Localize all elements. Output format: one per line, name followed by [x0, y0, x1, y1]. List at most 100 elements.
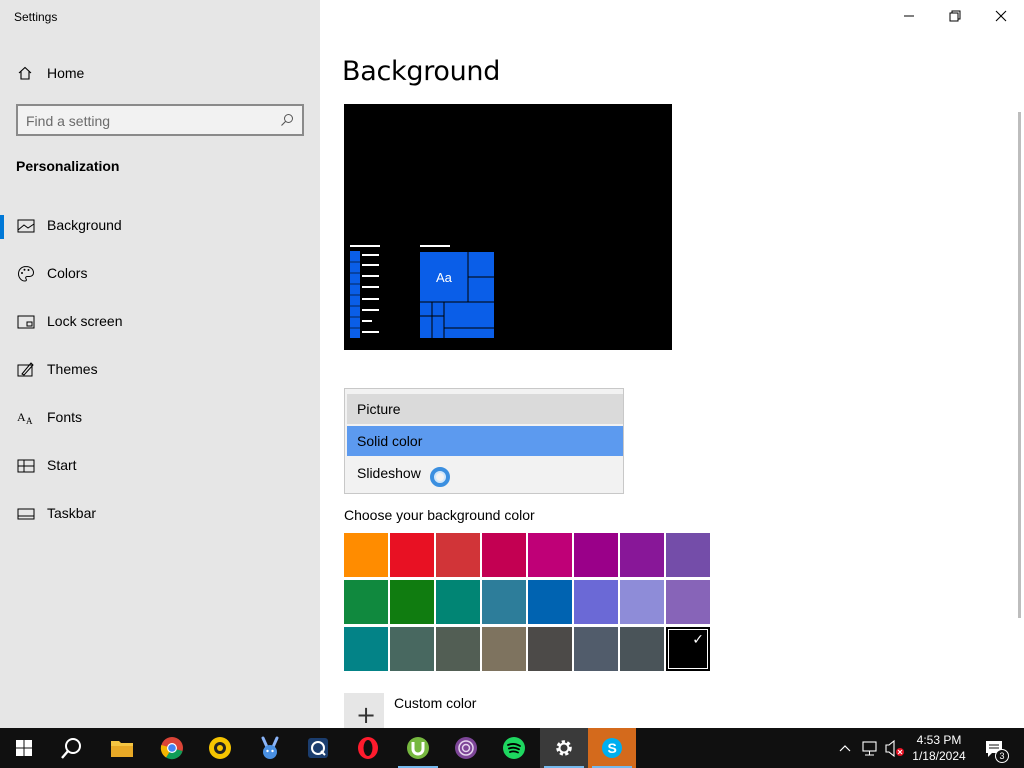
color-swatch[interactable]	[528, 533, 572, 577]
home-icon	[18, 66, 32, 80]
taskbar-clock[interactable]: 4:53 PM 1/18/2024	[906, 732, 972, 764]
volume-muted-icon	[885, 739, 904, 758]
plus-icon: +	[356, 701, 377, 729]
color-swatch[interactable]	[620, 627, 664, 671]
custom-color-label[interactable]: Custom color	[394, 695, 476, 711]
taskbar-chrome[interactable]	[148, 728, 196, 768]
taskbar-skype[interactable]: S	[588, 728, 636, 768]
restore-button[interactable]	[932, 0, 978, 32]
network-icon	[862, 741, 877, 756]
sidebar-item-lock-screen[interactable]: Lock screen	[0, 304, 320, 352]
option-picture[interactable]: Picture	[347, 394, 623, 424]
action-center-button[interactable]: 3	[980, 728, 1024, 768]
color-swatch[interactable]	[482, 627, 526, 671]
taskbar-opera[interactable]	[344, 728, 392, 768]
color-swatch[interactable]	[344, 533, 388, 577]
color-swatch[interactable]	[436, 627, 480, 671]
color-swatch[interactable]	[574, 580, 618, 624]
section-title: Personalization	[16, 158, 120, 174]
color-swatch[interactable]	[390, 627, 434, 671]
settings-icon	[556, 740, 572, 756]
taskbar-spotify[interactable]	[490, 728, 538, 768]
sidebar-item-taskbar[interactable]: Taskbar	[0, 496, 320, 544]
fonts-icon: A A	[17, 410, 33, 426]
sidebar-item-label: Themes	[47, 361, 98, 377]
app-title: Settings	[14, 10, 58, 24]
color-swatch[interactable]	[620, 533, 664, 577]
taskbar-norton[interactable]	[196, 728, 244, 768]
color-swatch[interactable]	[574, 627, 618, 671]
active-indicator	[0, 215, 4, 239]
volume-tray-button[interactable]	[884, 728, 906, 768]
sidebar-item-colors[interactable]: Colors	[0, 256, 320, 304]
show-hidden-icons-button[interactable]	[838, 728, 856, 768]
network-tray-button[interactable]	[861, 728, 881, 768]
color-swatch[interactable]	[344, 627, 388, 671]
taskbar-search-button[interactable]	[48, 728, 96, 768]
custom-color-button[interactable]: +	[344, 693, 384, 733]
color-swatch[interactable]	[666, 533, 710, 577]
checkmark-icon: ✓	[692, 631, 704, 647]
svg-text:A: A	[17, 410, 26, 424]
color-swatch[interactable]	[528, 580, 572, 624]
search-input[interactable]	[26, 111, 276, 131]
taskbar-qbittorrent[interactable]	[294, 728, 342, 768]
color-swatch[interactable]	[666, 580, 710, 624]
home-nav-item[interactable]: Home	[0, 56, 320, 90]
windows-start-icon	[16, 740, 32, 756]
notification-count-badge: 3	[995, 749, 1009, 763]
clock-time: 4:53 PM	[916, 733, 962, 747]
bunny-icon	[261, 736, 279, 759]
sidebar: Settings Home Personalization Background	[0, 0, 320, 728]
sidebar-item-background[interactable]: Background	[0, 208, 320, 256]
taskbar-settings[interactable]	[540, 728, 588, 768]
sidebar-item-label: Fonts	[47, 409, 83, 425]
sidebar-item-themes[interactable]: Themes	[0, 352, 320, 400]
sidebar-item-label: Lock screen	[47, 313, 123, 329]
minimize-button[interactable]	[886, 0, 932, 32]
taskbar-bunny-app[interactable]	[246, 728, 294, 768]
color-swatch[interactable]	[390, 533, 434, 577]
sidebar-item-start[interactable]: Start	[0, 448, 320, 496]
scrollbar[interactable]	[1018, 112, 1021, 618]
background-type-dropdown[interactable]: Picture Solid color Slideshow	[344, 388, 624, 494]
svg-text:S: S	[608, 740, 617, 756]
sidebar-item-label: Start	[47, 457, 77, 473]
color-swatch[interactable]	[528, 627, 572, 671]
sidebar-item-fonts[interactable]: A A Fonts	[0, 400, 320, 448]
start-button[interactable]	[0, 728, 48, 768]
spotify-icon	[503, 737, 525, 759]
color-swatch[interactable]	[482, 580, 526, 624]
page-title: Background	[342, 56, 501, 87]
option-slideshow[interactable]: Slideshow	[347, 458, 623, 488]
svg-text:A: A	[26, 416, 33, 426]
norton-icon	[209, 737, 231, 759]
color-swatch[interactable]	[482, 533, 526, 577]
utorrent-icon	[407, 737, 429, 759]
tor-icon	[455, 737, 477, 759]
chrome-icon	[160, 737, 183, 760]
color-swatch[interactable]	[620, 580, 664, 624]
color-swatch[interactable]: ✓	[666, 627, 710, 671]
clock-date: 1/18/2024	[912, 749, 966, 763]
color-swatch[interactable]	[436, 580, 480, 624]
home-label: Home	[47, 65, 85, 81]
taskbar-utorrent[interactable]	[394, 728, 442, 768]
close-button[interactable]	[978, 0, 1024, 32]
background-preview: Aa	[344, 104, 672, 350]
choose-color-label: Choose your background color	[344, 507, 535, 523]
chevron-up-icon	[839, 745, 851, 752]
color-swatch[interactable]	[344, 580, 388, 624]
search-icon[interactable]	[280, 113, 294, 127]
restore-icon	[949, 10, 961, 22]
option-solid-color[interactable]: Solid color	[347, 426, 623, 456]
taskbar-file-explorer[interactable]	[98, 728, 146, 768]
taskbar: S 4:53 PM 1/18/2024 3	[0, 728, 1024, 768]
start-icon	[17, 459, 35, 473]
color-swatch[interactable]	[436, 533, 480, 577]
sidebar-item-label: Taskbar	[47, 505, 97, 521]
search-box[interactable]	[16, 104, 304, 136]
color-swatch[interactable]	[574, 533, 618, 577]
taskbar-tor-browser[interactable]	[442, 728, 490, 768]
color-swatch[interactable]	[390, 580, 434, 624]
